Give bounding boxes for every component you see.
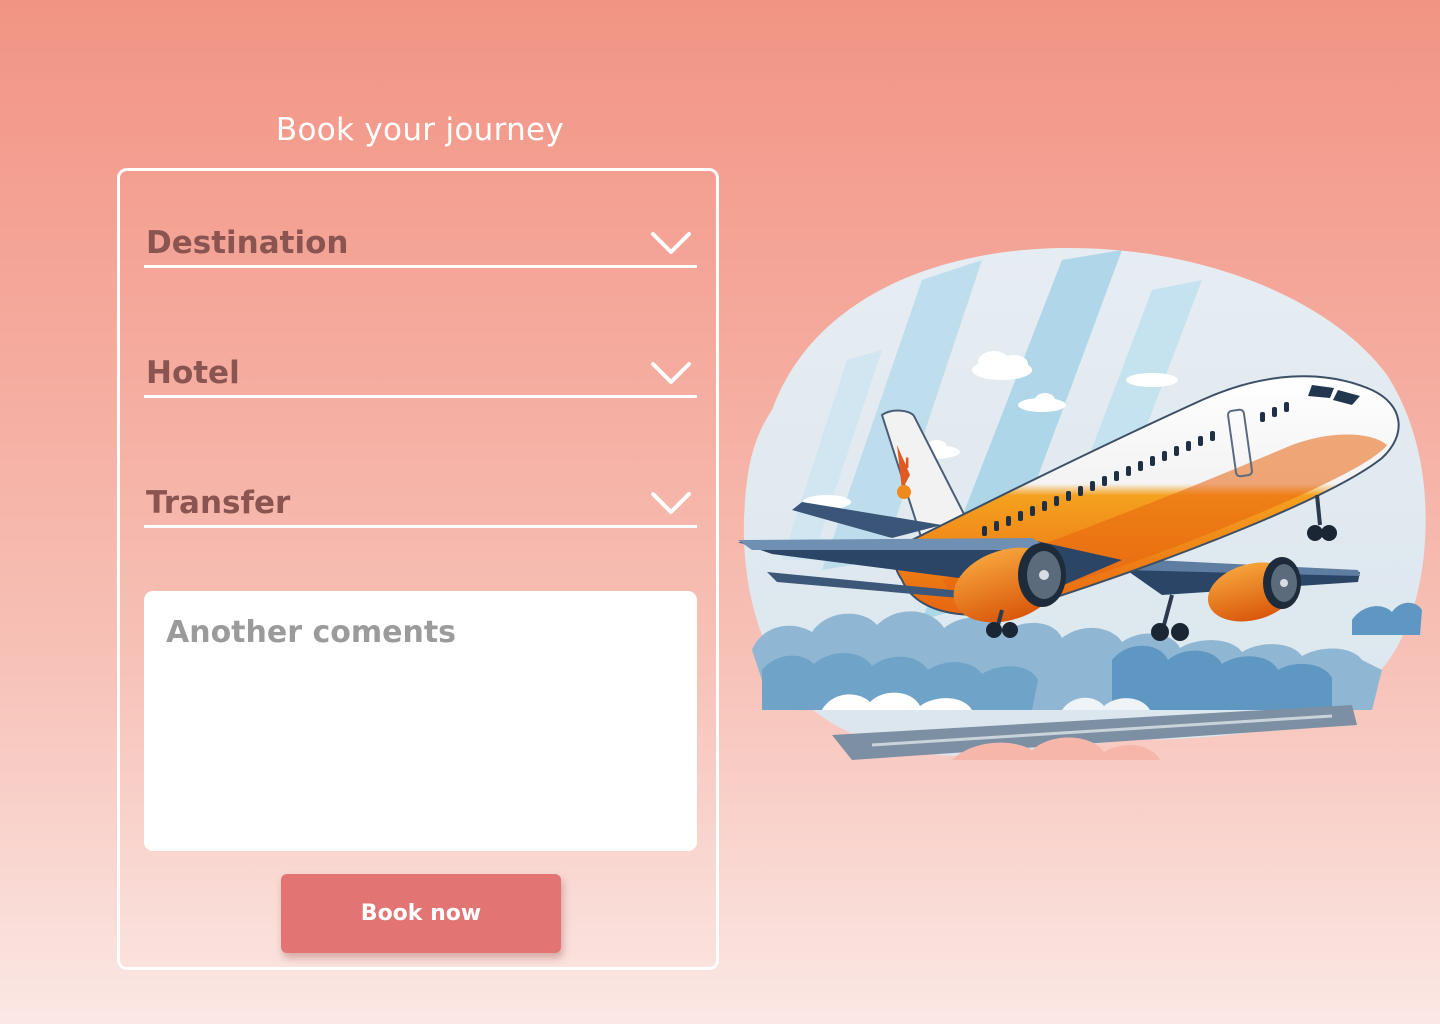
chevron-down-icon[interactable] xyxy=(651,361,691,385)
chevron-down-icon[interactable] xyxy=(651,491,691,515)
booking-form: Destination Hotel Transfer Book now xyxy=(117,168,719,970)
destination-label: Destination xyxy=(146,225,349,261)
comments-textarea[interactable] xyxy=(144,591,697,851)
form-title: Book your journey xyxy=(275,112,565,148)
hotel-select[interactable]: Hotel xyxy=(144,343,697,398)
transfer-label: Transfer xyxy=(146,485,291,521)
transfer-select[interactable]: Transfer xyxy=(144,473,697,528)
chevron-down-icon[interactable] xyxy=(651,231,691,255)
tail-logo: N xyxy=(898,456,910,472)
book-now-button[interactable]: Book now xyxy=(281,874,561,953)
airplane-illustration: N xyxy=(738,247,1426,760)
destination-select[interactable]: Destination xyxy=(144,213,697,268)
hotel-label: Hotel xyxy=(146,355,240,391)
